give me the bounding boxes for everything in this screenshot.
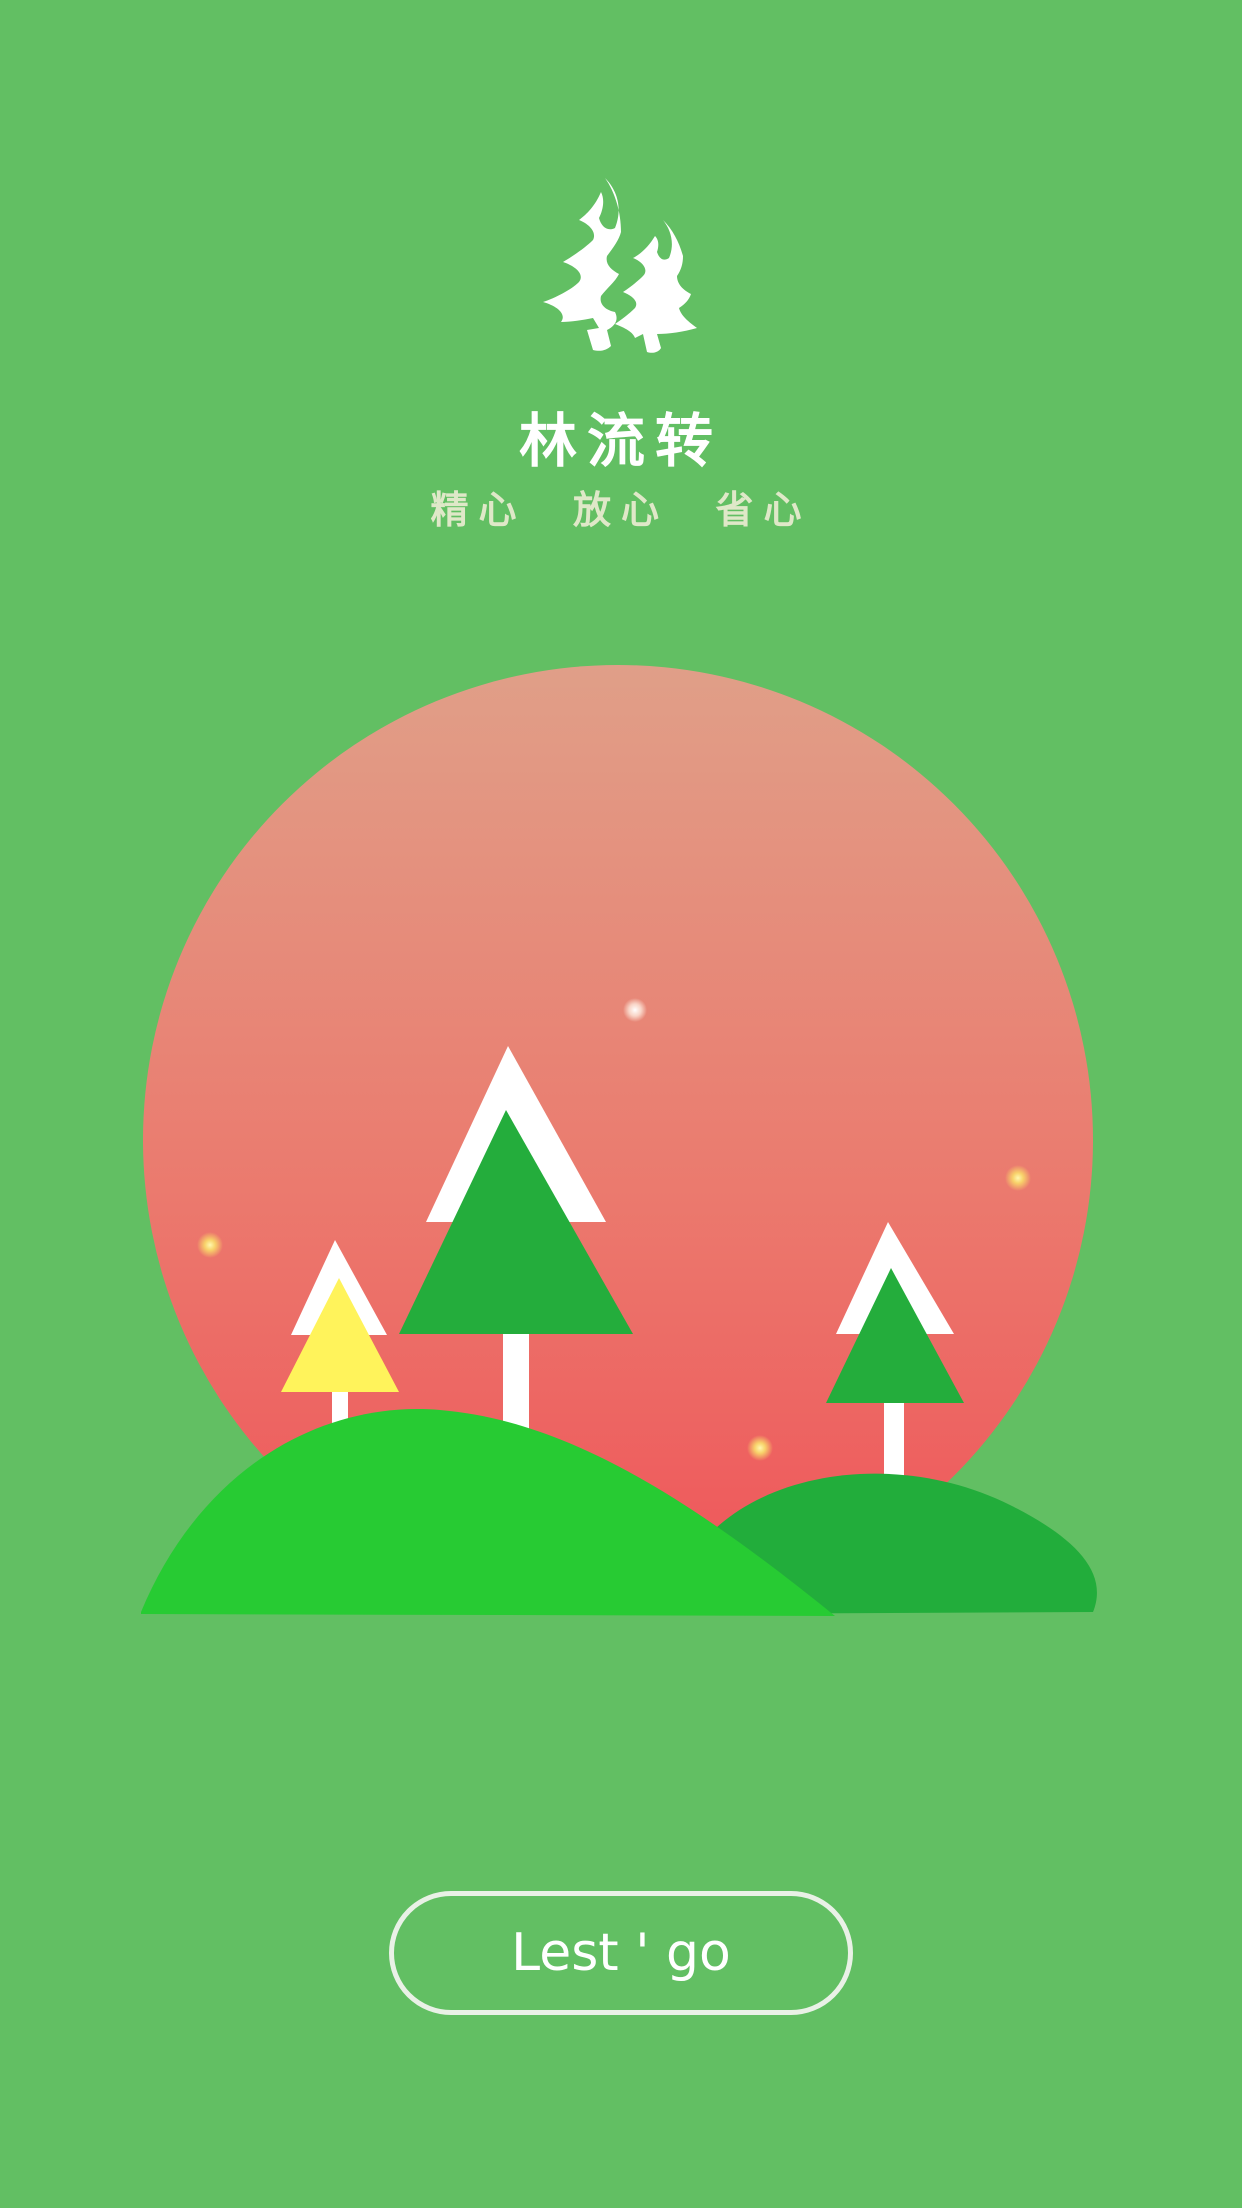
lets-go-button[interactable]: Lest ' go <box>389 1891 853 2015</box>
forest-sunset-illustration <box>141 665 1097 1616</box>
sparkle-icon <box>197 1232 223 1258</box>
sparkle-icon <box>747 1435 773 1461</box>
sparkle-icon <box>1005 1165 1031 1191</box>
splash-screen: 林流转 精心 放心 省心 Lest ' go <box>0 0 1242 2208</box>
sparkle-icon <box>623 998 647 1022</box>
lets-go-button-label: Lest ' go <box>511 1923 731 1983</box>
